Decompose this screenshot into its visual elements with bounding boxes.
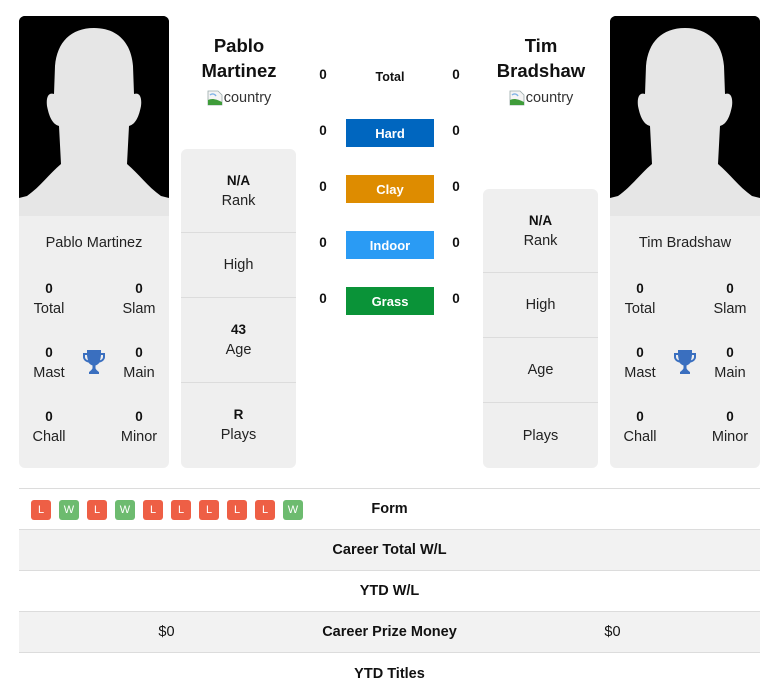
surface-left-value: 0 (319, 123, 327, 138)
info-plays: Plays (522, 427, 559, 444)
country-flag-left: country (207, 90, 271, 106)
titles-minor: 0 Minor (711, 409, 749, 445)
surface-left-value: 0 (319, 235, 327, 250)
info-plays: R Plays (220, 407, 257, 443)
player-photo-right (610, 16, 760, 216)
stats-label-prize-money: Career Prize Money (322, 624, 457, 640)
titles-mast: 0 Mast (33, 345, 65, 381)
info-rank: N/A Rank (181, 149, 296, 233)
info-card-left: N/A Rank High 43 Age R Plays (181, 149, 296, 468)
surface-right-value: 0 (452, 179, 460, 194)
player-name-heading-right[interactable]: Tim Bradshaw (481, 33, 601, 83)
stats-row-form: LWLWLLLLLW Form (19, 489, 760, 530)
info-age: 43 Age (181, 298, 296, 383)
player-header-right: Tim Bradshaw country (481, 33, 601, 109)
titles-chall: 0 Chall (32, 409, 66, 445)
titles-slam: 0 Slam (713, 281, 747, 317)
stats-label-form: Form (371, 501, 408, 517)
titles-minor: 0 Minor (120, 409, 158, 445)
surface-left-value: 0 (319, 67, 327, 82)
player-header-left: Pablo Martinez country (179, 33, 299, 109)
surface-badge-hard: Hard (346, 119, 434, 147)
surface-right-value: 0 (452, 123, 460, 138)
titles-slam: 0 Slam (122, 281, 156, 317)
surface-label: Total (375, 70, 405, 84)
form-badge-loss[interactable]: L (227, 500, 247, 520)
form-badge-loss[interactable]: L (199, 500, 219, 520)
surface-row-grass: 0 Grass 0 (310, 287, 470, 315)
surface-row-hard: 0 Hard 0 (310, 119, 470, 147)
stats-row-career-wl: Career Total W/L (19, 530, 760, 571)
broken-image-icon (509, 90, 525, 106)
stats-table: LWLWLLLLLW Form Career Total W/L YTD W/L… (19, 488, 760, 694)
info-high: High (181, 233, 296, 298)
avatar-silhouette-icon (610, 16, 760, 216)
surface-left-value: 0 (319, 179, 327, 194)
info-card-right: N/A Rank High Age Plays (483, 189, 598, 468)
player-name-right: Tim Bradshaw (638, 235, 732, 251)
form-badge-loss[interactable]: L (255, 500, 275, 520)
form-badge-loss[interactable]: L (87, 500, 107, 520)
surface-left-value: 0 (319, 291, 327, 306)
stats-label-ytd-titles: YTD Titles (354, 665, 425, 682)
trophy-icon (82, 349, 106, 375)
titles-main: 0 Main (714, 345, 746, 381)
info-high: High (483, 273, 598, 338)
surface-right-value: 0 (452, 235, 460, 250)
player-card-left: Pablo Martinez 0 Total 0 Slam 0 Mast 0 Main … (19, 16, 169, 468)
stats-row-ytd-titles: YTD Titles (19, 653, 760, 694)
surface-right-value: 0 (452, 291, 460, 306)
player-name-heading-left[interactable]: Pablo Martinez (179, 33, 299, 83)
player-photo-left (19, 16, 169, 216)
titles-total: 0 Total (624, 281, 656, 317)
surface-badge-indoor: Indoor (346, 231, 434, 259)
form-badge-loss[interactable]: L (143, 500, 163, 520)
surface-row-clay: 0 Clay 0 (310, 175, 470, 203)
surface-row-indoor: 0 Indoor 0 (310, 231, 470, 259)
info-rank: N/A Rank (483, 189, 598, 273)
titles-mast: 0 Mast (624, 345, 656, 381)
stats-row-prize-money: $0 Career Prize Money $0 (19, 612, 760, 653)
prize-money-right: $0 (604, 624, 621, 640)
prize-money-left: $0 (158, 624, 175, 640)
surface-badge-grass: Grass (346, 287, 434, 315)
country-flag-right: country (509, 90, 573, 106)
titles-main: 0 Main (123, 345, 155, 381)
player-name-left: Pablo Martinez (45, 235, 143, 251)
avatar-silhouette-icon (19, 16, 169, 216)
titles-chall: 0 Chall (623, 409, 657, 445)
form-badges-left: LWLWLLLLLW (31, 500, 303, 520)
info-age: Age (483, 338, 598, 403)
surface-badge-clay: Clay (346, 175, 434, 203)
titles-total: 0 Total (33, 281, 65, 317)
form-badge-loss[interactable]: L (171, 500, 191, 520)
surface-row-total: 0 Total 0 (310, 63, 470, 91)
broken-image-icon (207, 90, 223, 106)
form-badge-loss[interactable]: L (31, 500, 51, 520)
player-card-right: Tim Bradshaw 0 Total 0 Slam 0 Mast 0 Main 0C… (610, 16, 760, 468)
form-badge-win[interactable]: W (115, 500, 135, 520)
stats-label-career-wl: Career Total W/L (332, 542, 447, 558)
stats-label-ytd-wl: YTD W/L (359, 583, 420, 599)
trophy-icon (673, 349, 697, 375)
stats-row-ytd-wl: YTD W/L (19, 571, 760, 612)
surface-right-value: 0 (452, 67, 460, 82)
form-badge-win[interactable]: W (59, 500, 79, 520)
